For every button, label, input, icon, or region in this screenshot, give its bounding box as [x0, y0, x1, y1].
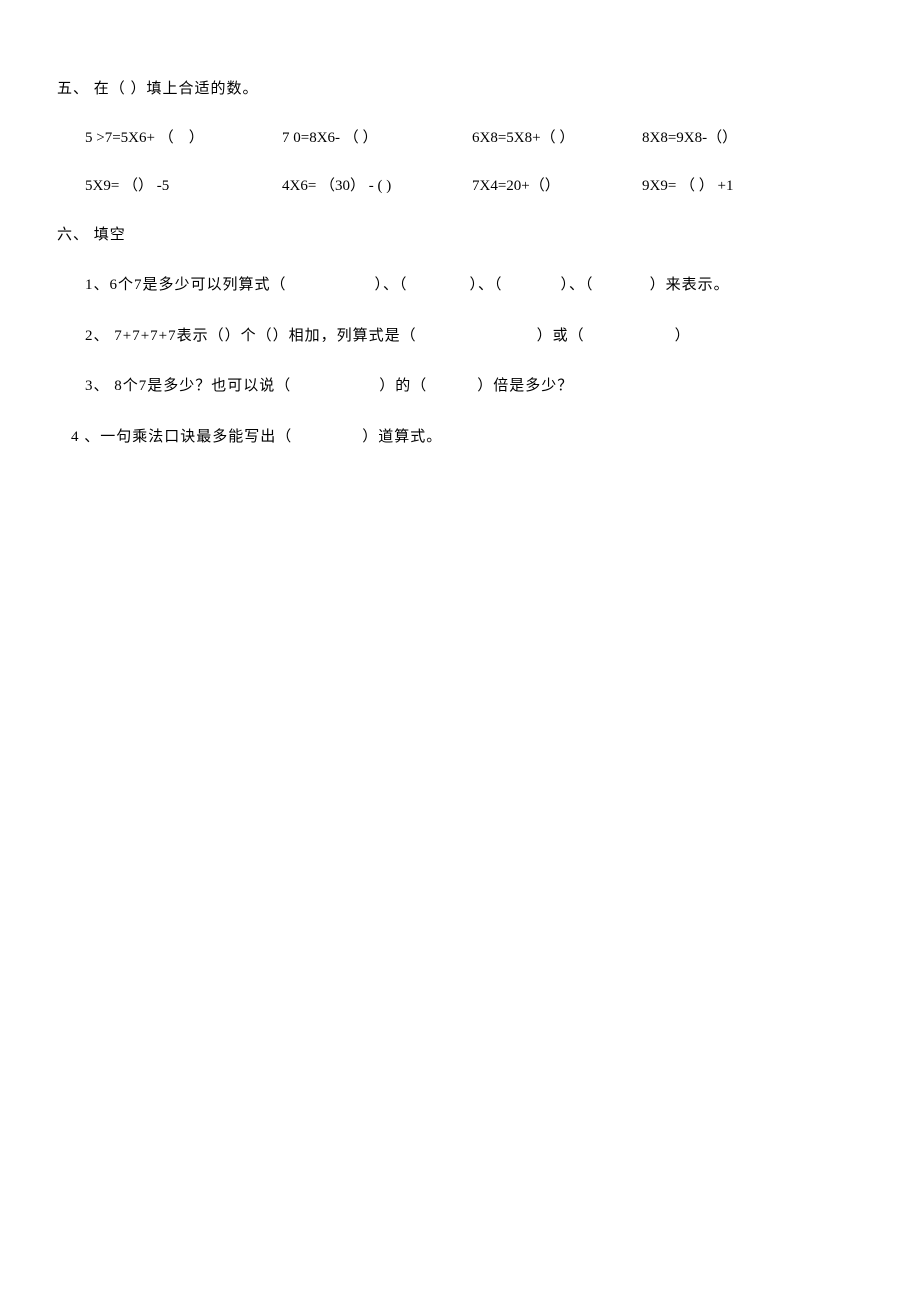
- question-4: 4 、一句乘法口诀最多能写出（ ）道算式。: [57, 426, 870, 449]
- eq-cell: 5X9= （） -5: [85, 175, 282, 198]
- eq-cell: 6X8=5X8+（ ）: [472, 127, 642, 150]
- question-2: 2、 7+7+7+7表示（）个（）相加，列算式是（ ）或（ ）: [57, 325, 870, 348]
- question-3: 3、 8个7是多少？也可以说（ ）的（ ）倍是多少？: [57, 375, 870, 398]
- section-6-header: 六、 填空: [57, 224, 870, 247]
- q3-part2: ）的（: [379, 378, 427, 394]
- eq-cell: 7X4=20+（）: [472, 175, 642, 198]
- q1-part1: 1、6个7是多少可以列算式（: [85, 277, 287, 293]
- eq-cell: 8X8=9X8-（）: [642, 127, 822, 150]
- section-5-header: 五、 在（ ）填上合适的数。: [57, 78, 870, 101]
- eq-cell: 4X6= （30） - ( ): [282, 175, 472, 198]
- eq-cell: 9X9= （ ） +1: [642, 175, 822, 198]
- section-5-row-2: 5X9= （） -5 4X6= （30） - ( ) 7X4=20+（） 9X9…: [57, 175, 870, 198]
- eq-cell: 5 >7=5X6+ （ ）: [85, 127, 282, 150]
- q4-part2: ）道算式。: [362, 429, 442, 445]
- q4-part1: 4 、一句乘法口诀最多能写出（: [71, 429, 292, 445]
- q3-part3: ）倍是多少？: [477, 378, 573, 394]
- q3-part1: 3、 8个7是多少？也可以说（: [85, 378, 291, 394]
- q2-part2: ）或（: [537, 328, 585, 344]
- q1-part2: ）、（: [375, 277, 408, 293]
- q2-part1: 2、 7+7+7+7表示（）个（）相加，列算式是（: [85, 328, 417, 344]
- question-1: 1、6个7是多少可以列算式（ ）、（ ）、（ ）、（ ）来表示。: [57, 274, 870, 297]
- section-5-row-1: 5 >7=5X6+ （ ） 7 0=8X6- （ ） 6X8=5X8+（ ） 8…: [57, 127, 870, 150]
- q1-part4: ）、（: [561, 277, 594, 293]
- q1-part3: ）、（: [470, 277, 503, 293]
- eq-cell: 7 0=8X6- （ ）: [282, 127, 472, 150]
- q1-part5: ）来表示。: [650, 277, 730, 293]
- q2-part3: ）: [675, 328, 691, 344]
